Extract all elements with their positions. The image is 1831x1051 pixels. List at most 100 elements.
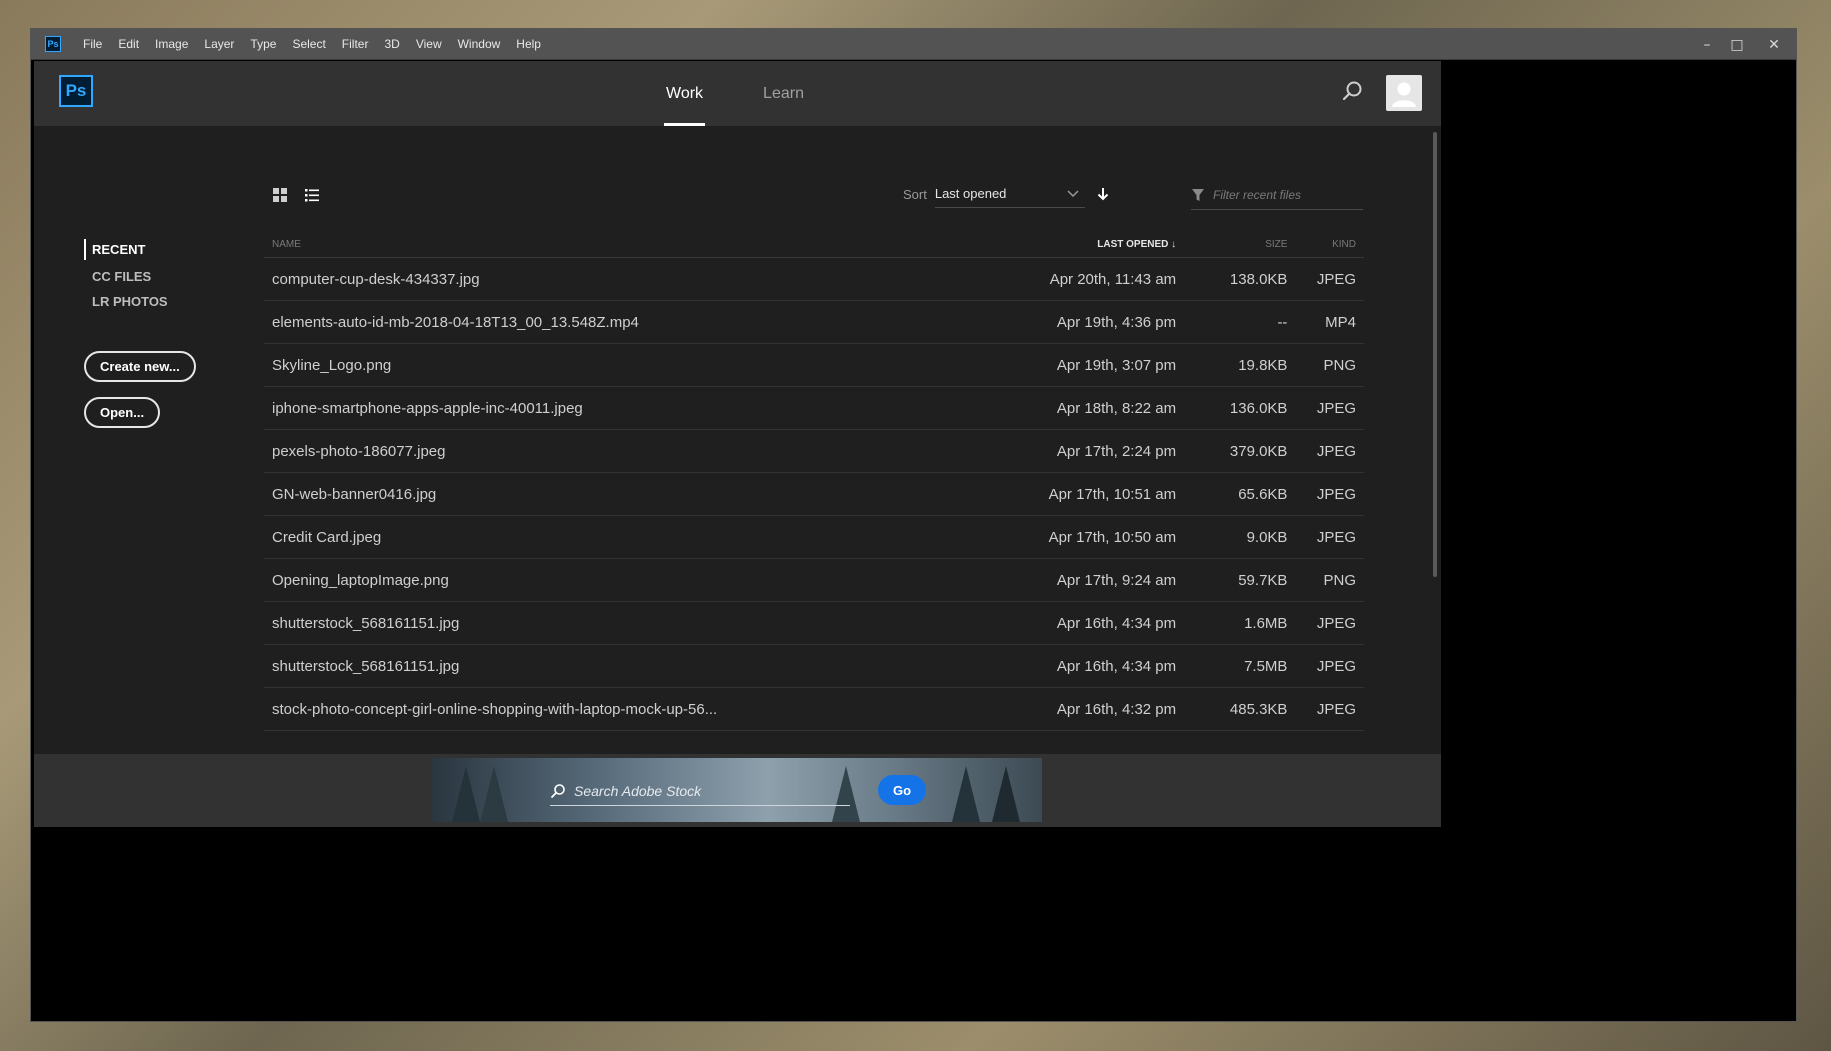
menu-3d[interactable]: 3D — [376, 37, 407, 51]
sort-value: Last opened — [934, 186, 1007, 201]
tree-shape — [452, 766, 480, 822]
stock-search-input[interactable] — [574, 782, 834, 799]
table-row[interactable]: shutterstock_568161151.jpg Apr 16th, 4:34… — [264, 645, 1364, 688]
file-size: 1.6MB — [1244, 614, 1288, 632]
maximize-icon[interactable]: □ — [1722, 37, 1752, 53]
file-size: 138.0KB — [1229, 270, 1288, 288]
photoshop-window: Ps File Edit Image Layer Type Select Fil… — [30, 28, 1797, 1022]
header-last-opened[interactable]: LAST OPENED ↓ — [997, 239, 1176, 250]
file-name: Skyline_Logo.png — [272, 356, 392, 374]
table-row[interactable]: stock-photo-concept-girl-online-shopping… — [264, 688, 1364, 731]
file-size: 65.6KB — [1238, 485, 1288, 503]
file-name: elements-auto-id-mb-2018-04-18T13_00_13.… — [272, 313, 639, 331]
table-row[interactable]: Skyline_Logo.png Apr 19th, 3:07 pm 19.8KB P… — [264, 344, 1364, 387]
file-date: Apr 19th, 3:07 pm — [1056, 356, 1177, 374]
menu-help[interactable]: Help — [508, 37, 549, 51]
file-kind: JPEG — [1316, 700, 1356, 718]
table-row[interactable]: pexels-photo-186077.jpeg Apr 17th, 2:24 p… — [264, 430, 1364, 473]
list-view-icon[interactable] — [303, 186, 321, 204]
minimize-icon[interactable]: – — [1692, 37, 1722, 53]
filter-field[interactable] — [1191, 180, 1363, 210]
sort-direction-icon[interactable] — [1095, 186, 1111, 202]
filter-input[interactable] — [1213, 187, 1353, 202]
table-row[interactable]: Opening_laptopImage.png Apr 17th, 9:24 am… — [264, 559, 1364, 602]
file-kind: JPEG — [1316, 614, 1356, 632]
table-row[interactable]: Credit Card.jpeg Apr 17th, 10:50 am 9.0KB J… — [264, 516, 1364, 559]
avatar[interactable] — [1386, 75, 1422, 111]
chevron-down-icon — [1067, 189, 1079, 197]
menu-select[interactable]: Select — [284, 37, 333, 51]
tree-shape — [480, 766, 508, 822]
menu-layer[interactable]: Layer — [196, 37, 242, 51]
user-icon — [1392, 82, 1416, 107]
file-date: Apr 17th, 9:24 am — [1056, 571, 1177, 589]
menu-image[interactable]: Image — [147, 37, 196, 51]
file-size: 59.7KB — [1238, 571, 1288, 589]
file-date: Apr 16th, 4:34 pm — [1056, 657, 1177, 675]
table-row[interactable]: shutterstock_568161151.jpg Apr 16th, 4:34… — [264, 602, 1364, 645]
menu-view[interactable]: View — [408, 37, 450, 51]
file-date: Apr 17th, 10:50 am — [1048, 528, 1177, 546]
stock-search-field[interactable] — [550, 776, 850, 806]
table-row[interactable]: iphone-smartphone-apps-apple-inc-40011.j… — [264, 387, 1364, 430]
file-name: pexels-photo-186077.jpeg — [272, 442, 446, 460]
file-kind: JPEG — [1316, 485, 1356, 503]
table-row[interactable]: computer-cup-desk-434337.jpg Apr 20th, 11… — [264, 258, 1364, 301]
home-header: Ps Work Learn — [34, 61, 1441, 126]
file-kind: MP4 — [1325, 313, 1356, 331]
recent-files-table: NAME LAST OPENED ↓ SIZE KIND computer-cu… — [264, 231, 1364, 731]
scrollbar[interactable] — [1433, 132, 1437, 577]
ps-logo: Ps — [59, 75, 93, 107]
file-date: Apr 18th, 8:22 am — [1056, 399, 1177, 417]
table-header: NAME LAST OPENED ↓ SIZE KIND — [264, 231, 1364, 258]
file-size: 19.8KB — [1238, 356, 1288, 374]
file-kind: JPEG — [1316, 442, 1356, 460]
file-name: computer-cup-desk-434337.jpg — [272, 270, 480, 288]
header-kind[interactable]: KIND — [1287, 239, 1364, 250]
file-name: shutterstock_568161151.jpg — [272, 657, 460, 675]
file-size: -- — [1277, 313, 1288, 331]
go-button[interactable]: Go — [878, 775, 926, 805]
table-row[interactable]: GN-web-banner0416.jpg Apr 17th, 10:51 am 6… — [264, 473, 1364, 516]
open-button[interactable]: Open... — [84, 397, 161, 428]
file-name: stock-photo-concept-girl-online-shopping… — [272, 700, 718, 718]
menu-filter[interactable]: Filter — [334, 37, 377, 51]
file-kind: JPEG — [1316, 528, 1356, 546]
file-date: Apr 17th, 2:24 pm — [1056, 442, 1177, 460]
sidebar-item-cc-files[interactable]: CC FILES — [84, 264, 168, 289]
header-name[interactable]: NAME — [264, 239, 997, 250]
table-row[interactable]: elements-auto-id-mb-2018-04-18T13_00_13.… — [264, 301, 1364, 344]
stock-banner-image: Go — [432, 758, 1042, 822]
file-date: Apr 19th, 4:36 pm — [1056, 313, 1177, 331]
file-kind: JPEG — [1316, 657, 1356, 675]
search-icon[interactable] — [1340, 79, 1364, 103]
menu-edit[interactable]: Edit — [110, 37, 147, 51]
menu-file[interactable]: File — [75, 37, 110, 51]
menu-window[interactable]: Window — [450, 37, 509, 51]
tab-learn[interactable]: Learn — [761, 61, 806, 126]
header-size[interactable]: SIZE — [1176, 239, 1287, 250]
file-name: iphone-smartphone-apps-apple-inc-40011.j… — [272, 399, 583, 417]
file-name: Opening_laptopImage.png — [272, 571, 449, 589]
close-icon[interactable]: ✕ — [1752, 37, 1796, 53]
tree-shape — [952, 766, 980, 822]
sidebar-item-recent[interactable]: RECENT — [84, 239, 168, 260]
view-toggle — [271, 186, 321, 204]
sort-dropdown[interactable]: Last opened — [934, 180, 1085, 208]
menu-type[interactable]: Type — [242, 37, 284, 51]
app-icon: Ps — [45, 36, 61, 52]
file-kind: PNG — [1323, 356, 1356, 374]
file-name: GN-web-banner0416.jpg — [272, 485, 437, 503]
sidebar-item-lr-photos[interactable]: LR PHOTOS — [84, 289, 168, 314]
grid-view-icon[interactable] — [271, 186, 289, 204]
create-new-button[interactable]: Create new... — [84, 351, 196, 382]
file-kind: JPEG — [1316, 270, 1356, 288]
file-name: shutterstock_568161151.jpg — [272, 614, 460, 632]
menu-bar: File Edit Image Layer Type Select Filter… — [75, 37, 549, 51]
tab-work[interactable]: Work — [664, 61, 706, 126]
file-size: 485.3KB — [1229, 700, 1288, 718]
search-icon — [551, 783, 565, 798]
file-date: Apr 16th, 4:34 pm — [1056, 614, 1177, 632]
sort-label: Sort — [903, 186, 927, 202]
file-date: Apr 17th, 10:51 am — [1048, 485, 1177, 503]
